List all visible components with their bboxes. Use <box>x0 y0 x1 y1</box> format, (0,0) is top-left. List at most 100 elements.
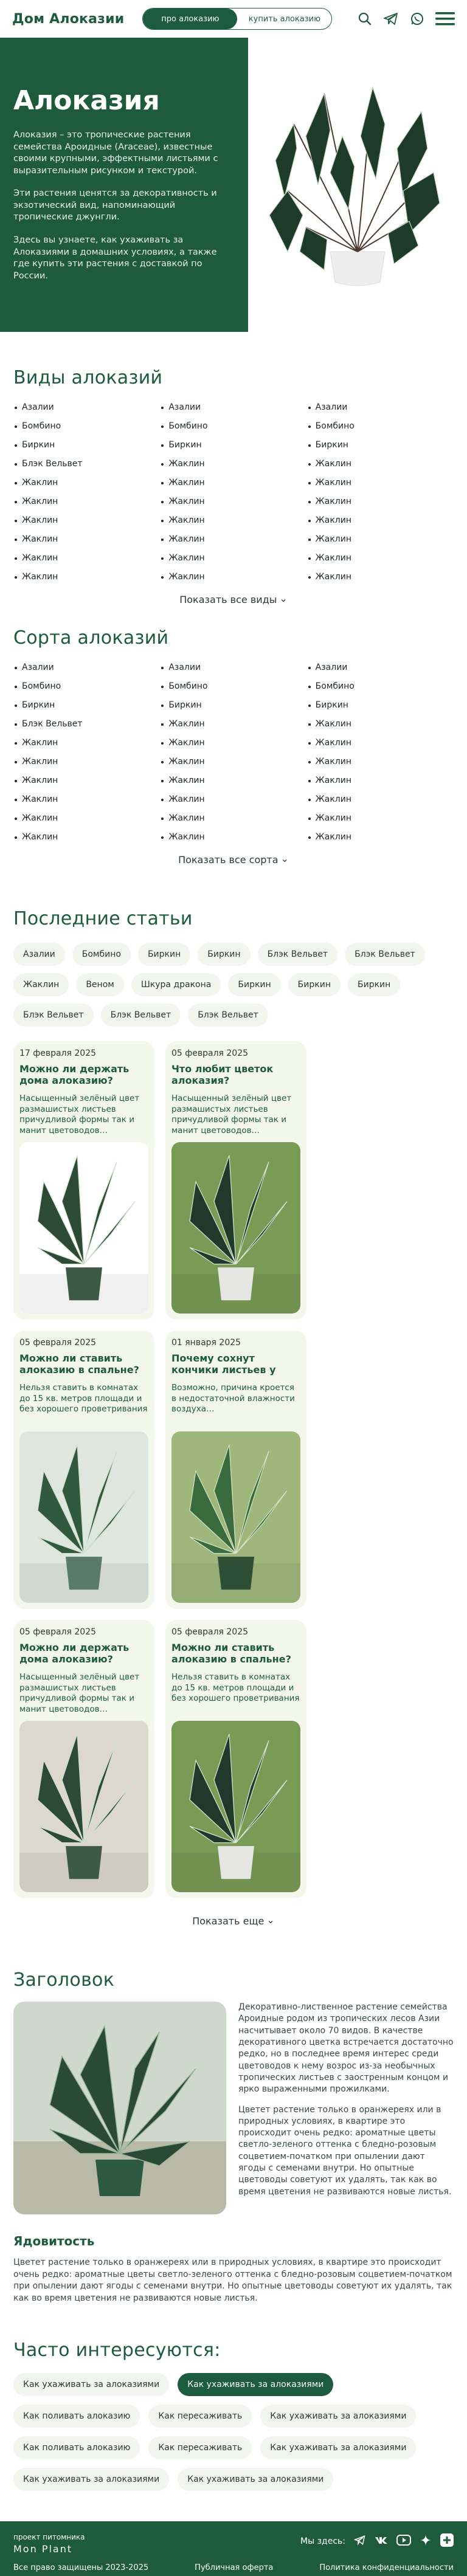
plus-icon[interactable] <box>440 2533 454 2549</box>
list-item[interactable]: Бомбино <box>160 677 306 696</box>
tag-chip[interactable]: Шкура дракона <box>131 973 221 996</box>
privacy-policy-link[interactable]: Политика конфиденциальности <box>319 2563 454 2572</box>
list-item[interactable]: Жаклин <box>160 790 306 809</box>
vk-icon[interactable] <box>375 2536 388 2547</box>
list-item[interactable]: Жаклин <box>160 809 306 828</box>
list-item[interactable]: Биркин <box>160 436 306 455</box>
article-card[interactable]: 05 февраля 2025 Можно ли ставить алоказию… <box>13 1331 154 1609</box>
list-item[interactable]: Жаклин <box>13 828 160 847</box>
faq-chip[interactable]: Как пересаживать <box>148 2405 252 2428</box>
list-item[interactable]: Жаклин <box>307 828 454 847</box>
article-card[interactable]: 01 января 2025 Почему сохнут кончики лист… <box>165 1331 306 1609</box>
card-title[interactable]: Что любит цветок алоказия? <box>171 1063 300 1087</box>
youtube-icon[interactable] <box>396 2535 411 2548</box>
list-item[interactable]: Жаклин <box>160 549 306 568</box>
tag-chip[interactable]: Веном <box>76 973 124 996</box>
tag-chip[interactable]: Блэк Вельвет <box>13 1004 94 1027</box>
faq-chip[interactable]: Как ухаживать за алоказиями <box>13 2373 170 2397</box>
list-item[interactable]: Жаклин <box>13 809 160 828</box>
list-item[interactable]: Бомбино <box>160 417 306 436</box>
list-item[interactable]: Жаклин <box>160 734 306 752</box>
list-item[interactable]: Жаклин <box>307 734 454 752</box>
site-logo[interactable]: Дом Алоказии <box>12 12 124 27</box>
list-item[interactable]: Блэк Вельвет <box>13 715 160 734</box>
list-item[interactable]: Бомбино <box>307 677 454 696</box>
tag-chip[interactable]: Биркин <box>137 943 191 966</box>
list-item[interactable]: Азалии <box>307 398 454 417</box>
tag-chip[interactable]: Блэк Вельвет <box>188 1004 268 1027</box>
list-item[interactable]: Жаклин <box>307 474 454 492</box>
list-item[interactable]: Жаклин <box>160 492 306 511</box>
list-item[interactable]: Азалии <box>13 398 160 417</box>
list-item[interactable]: Биркин <box>160 696 306 715</box>
list-item[interactable]: Биркин <box>13 436 160 455</box>
list-item[interactable]: Жаклин <box>307 530 454 549</box>
list-item[interactable]: Жаклин <box>13 530 160 549</box>
list-item[interactable]: Жаклин <box>160 771 306 790</box>
list-item[interactable]: Жаклин <box>160 752 306 771</box>
list-item[interactable]: Жаклин <box>160 568 306 587</box>
list-item[interactable]: Блэк Вельвет <box>13 455 160 474</box>
list-item[interactable]: Азалии <box>160 398 306 417</box>
whatsapp-icon[interactable] <box>410 12 424 26</box>
show-all-varieties-button[interactable]: Показать все сорта ⌄ <box>13 853 454 866</box>
faq-chip[interactable]: Как пересаживать <box>148 2436 252 2460</box>
card-title[interactable]: Можно ли держать дома алоказию? <box>19 1063 148 1087</box>
list-item[interactable]: Жаклин <box>307 715 454 734</box>
faq-chip[interactable]: Как ухаживать за алоказиями <box>260 2436 417 2460</box>
list-item[interactable]: Бомбино <box>13 417 160 436</box>
list-item[interactable]: Жаклин <box>160 715 306 734</box>
list-item[interactable]: Жаклин <box>160 828 306 847</box>
show-all-species-button[interactable]: Показать все виды ⌄ <box>13 593 454 605</box>
public-offer-link[interactable]: Публичная оферта <box>195 2563 273 2572</box>
telegram-icon[interactable] <box>383 12 399 26</box>
card-title[interactable]: Почему сохнут кончики листьев у алоказии… <box>171 1352 300 1377</box>
list-item[interactable]: Жаклин <box>307 455 454 474</box>
list-item[interactable]: Бомбино <box>13 677 160 696</box>
list-item[interactable]: Биркин <box>307 436 454 455</box>
faq-chip[interactable]: Как поливать алоказию <box>13 2405 140 2428</box>
list-item[interactable]: Жаклин <box>13 549 160 568</box>
show-more-articles-button[interactable]: Показать еще ⌄ <box>13 1914 454 1927</box>
list-item[interactable]: Азалии <box>13 658 160 677</box>
tag-chip[interactable]: Бомбино <box>72 943 131 966</box>
list-item[interactable]: Жаклин <box>307 511 454 530</box>
list-item[interactable]: Биркин <box>13 696 160 715</box>
list-item[interactable]: Жаклин <box>307 492 454 511</box>
list-item[interactable]: Бомбино <box>307 417 454 436</box>
tag-chip[interactable]: Биркин <box>228 973 281 996</box>
faq-chip[interactable]: Как поливать алоказию <box>13 2436 140 2460</box>
list-item[interactable]: Жаклин <box>160 455 306 474</box>
list-item[interactable]: Жаклин <box>307 568 454 587</box>
faq-chip[interactable]: Как ухаживать за алоказиями <box>178 2373 334 2397</box>
list-item[interactable]: Жаклин <box>160 474 306 492</box>
list-item[interactable]: Жаклин <box>13 790 160 809</box>
list-item[interactable]: Жаклин <box>13 734 160 752</box>
article-card[interactable]: 17 февраля 2025 Можно ли держать дома ало… <box>13 1041 154 1320</box>
faq-chip[interactable]: Как ухаживать за алоказиями <box>260 2405 417 2428</box>
tag-chip[interactable]: Биркин <box>288 973 341 996</box>
article-card[interactable]: 05 февраля 2025 Можно ли держать дома ало… <box>13 1620 154 1898</box>
article-card[interactable]: 05 февраля 2025 Что любит цветок алоказия… <box>165 1041 306 1320</box>
list-item[interactable]: Жаклин <box>307 790 454 809</box>
list-item[interactable]: Жаклин <box>13 474 160 492</box>
search-icon[interactable] <box>358 12 372 26</box>
tag-chip[interactable]: Жаклин <box>13 973 69 996</box>
list-item[interactable]: Жаклин <box>307 809 454 828</box>
list-item[interactable]: Азалии <box>307 658 454 677</box>
tag-chip[interactable]: Блэк Вельвет <box>345 943 425 966</box>
menu-icon[interactable] <box>435 11 455 27</box>
tag-chip[interactable]: Блэк Вельвет <box>100 1004 181 1027</box>
faq-chip[interactable]: Как ухаживать за алоказиями <box>178 2468 334 2492</box>
list-item[interactable]: Жаклин <box>13 511 160 530</box>
dzen-icon[interactable] <box>420 2534 432 2549</box>
card-title[interactable]: Можно ли ставить алоказию в спальне? <box>171 1642 300 1666</box>
telegram-icon[interactable] <box>353 2535 366 2548</box>
list-item[interactable]: Азалии <box>160 658 306 677</box>
list-item[interactable]: Жаклин <box>160 530 306 549</box>
list-item[interactable]: Жаклин <box>13 492 160 511</box>
card-title[interactable]: Можно ли ставить алоказию в спальне? <box>19 1352 148 1377</box>
tag-chip[interactable]: Биркин <box>198 943 251 966</box>
switch-about[interactable]: про алоказию <box>143 9 238 29</box>
tag-chip[interactable]: Биркин <box>347 973 401 996</box>
